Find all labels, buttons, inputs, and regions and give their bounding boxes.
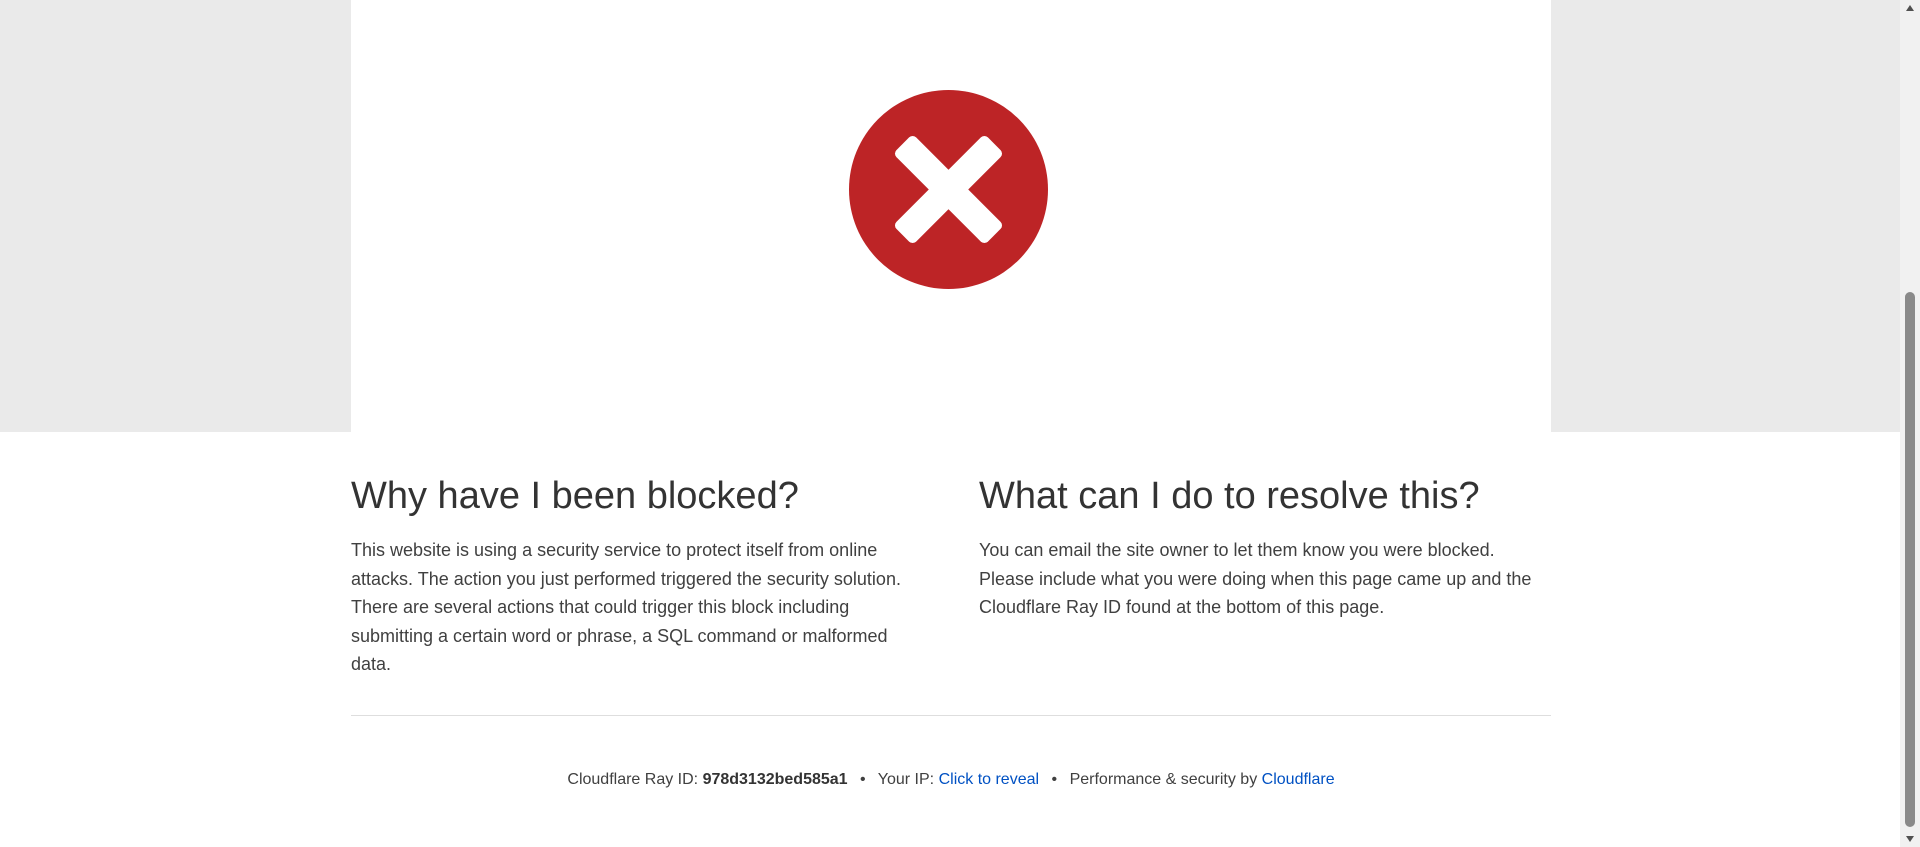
scroll-down-arrow-icon[interactable]: [1900, 831, 1920, 847]
why-blocked-column: Why have I been blocked? This website is…: [351, 472, 911, 679]
resolve-heading: What can I do to resolve this?: [979, 475, 1480, 517]
resolve-text: You can email the site owner to let them…: [979, 540, 1532, 617]
reveal-ip-link[interactable]: Click to reveal: [939, 771, 1039, 788]
ip-label: Your IP:: [877, 771, 935, 788]
ray-id-value: 978d3132bed585a1: [702, 771, 848, 788]
cloudflare-link[interactable]: Cloudflare: [1262, 771, 1335, 788]
footer-separator: •: [1051, 771, 1058, 788]
footer: Cloudflare Ray ID: 978d3132bed585a1 • Yo…: [351, 768, 1551, 792]
why-blocked-text: This website is using a security service…: [351, 540, 901, 674]
vertical-scrollbar[interactable]: [1900, 0, 1920, 847]
why-blocked-heading: Why have I been blocked?: [351, 475, 799, 517]
hero-panel: [351, 0, 1551, 432]
scrollbar-thumb[interactable]: [1905, 292, 1915, 827]
error-x-icon: [849, 90, 1048, 289]
resolve-column: What can I do to resolve this? You can e…: [979, 472, 1551, 622]
performance-label: Performance & security by: [1069, 771, 1258, 788]
scroll-up-arrow-icon[interactable]: [1900, 0, 1920, 16]
footer-divider: [351, 715, 1551, 716]
ray-id-label: Cloudflare Ray ID:: [567, 771, 699, 788]
footer-separator: •: [860, 771, 866, 788]
